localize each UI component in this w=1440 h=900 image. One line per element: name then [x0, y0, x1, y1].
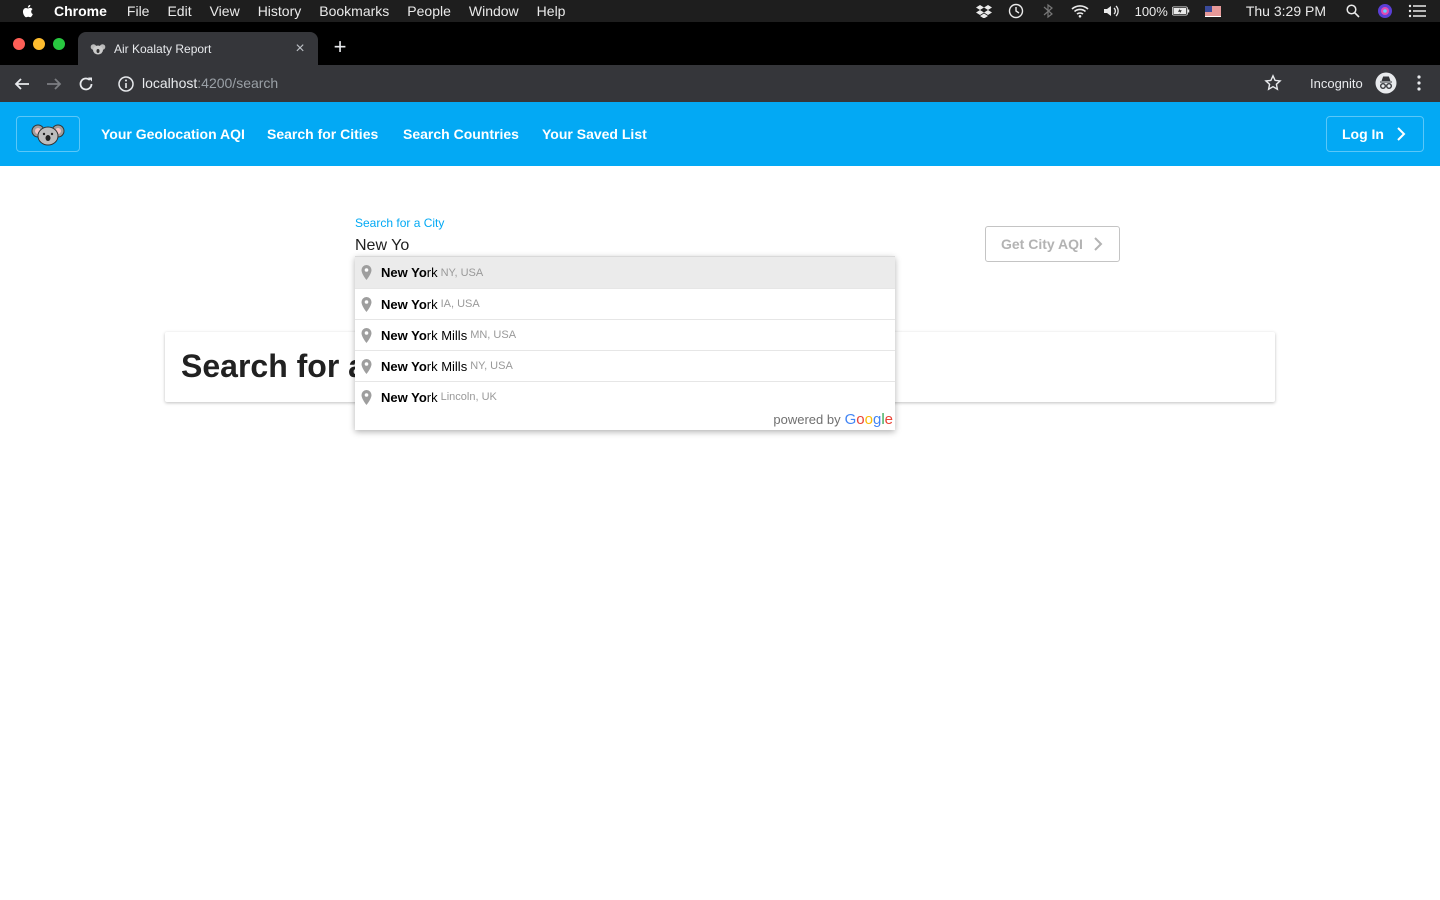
- suggestion-region: MN, USA: [470, 329, 517, 341]
- battery-percent: 100%: [1134, 3, 1168, 19]
- map-pin-icon: [361, 358, 372, 374]
- autocomplete-item[interactable]: New Yo rk NY, USA: [355, 257, 895, 288]
- menu-edit[interactable]: Edit: [167, 3, 191, 19]
- notification-center-icon[interactable]: [1408, 3, 1426, 19]
- window-zoom-button[interactable]: [53, 38, 65, 50]
- suggestion-region: NY, USA: [440, 266, 484, 279]
- suggestion-region: Lincoln, UK: [440, 391, 497, 403]
- suggestion-rest: rk: [426, 265, 438, 280]
- nav-search-countries[interactable]: Search Countries: [403, 126, 519, 142]
- spotlight-search-icon[interactable]: [1344, 3, 1362, 19]
- incognito-label[interactable]: Incognito: [1310, 76, 1363, 91]
- dropbox-icon[interactable]: [975, 3, 993, 19]
- menu-app-name[interactable]: Chrome: [54, 3, 107, 19]
- nav-saved-list[interactable]: Your Saved List: [542, 126, 647, 142]
- browser-toolbar: localhost:4200/search Incognito: [0, 65, 1440, 102]
- map-pin-icon: [361, 327, 372, 343]
- suggestion-match: New Yo: [381, 296, 427, 312]
- nav-search-cities[interactable]: Search for Cities: [267, 126, 378, 142]
- site-info-icon[interactable]: [117, 75, 135, 93]
- browser-tab[interactable]: Air Koalaty Report ×: [78, 32, 318, 65]
- chevron-right-icon: [1094, 237, 1103, 251]
- menu-file[interactable]: File: [127, 3, 150, 19]
- chrome-menu-icon[interactable]: [1410, 74, 1428, 92]
- suggestion-rest: rk: [426, 296, 438, 312]
- nav-geolocation-aqi[interactable]: Your Geolocation AQI: [101, 126, 245, 142]
- autocomplete-item[interactable]: New Yo rk Mills MN, USA: [355, 319, 895, 350]
- reload-button[interactable]: [76, 74, 96, 94]
- forward-button[interactable]: [44, 74, 64, 94]
- suggestion-region: NY, USA: [470, 360, 513, 372]
- browser-tab-strip: Air Koalaty Report × +: [0, 22, 1440, 65]
- volume-icon[interactable]: [1103, 3, 1121, 19]
- suggestion-rest: rk Mills: [426, 358, 468, 374]
- search-field-label: Search for a City: [355, 216, 445, 230]
- menu-clock[interactable]: Thu 3:29 PM: [1246, 3, 1326, 19]
- suggestion-match: New Yo: [381, 358, 427, 374]
- suggestion-region: IA, USA: [440, 298, 480, 310]
- menu-view[interactable]: View: [210, 3, 240, 19]
- menu-bookmarks[interactable]: Bookmarks: [319, 3, 389, 19]
- koala-favicon-icon: [90, 43, 106, 54]
- wifi-icon[interactable]: [1071, 3, 1089, 19]
- incognito-icon[interactable]: [1375, 72, 1397, 94]
- autocomplete-item[interactable]: New Yo rk IA, USA: [355, 288, 895, 319]
- menu-history[interactable]: History: [258, 3, 302, 19]
- card-title: Search for a: [181, 348, 366, 384]
- window-close-button[interactable]: [13, 38, 25, 50]
- tab-close-icon[interactable]: ×: [292, 40, 308, 57]
- suggestion-match: New Yo: [381, 265, 427, 280]
- google-logo: Google: [844, 411, 893, 428]
- autocomplete-dropdown: New Yo rk NY, USA New Yo rk IA, USA New Yo…: [355, 256, 895, 430]
- app-navbar: Your Geolocation AQI Search for Cities S…: [0, 102, 1440, 166]
- autocomplete-item[interactable]: New Yo rk Mills NY, USA: [355, 350, 895, 381]
- bookmark-star-icon[interactable]: [1264, 74, 1282, 92]
- login-button-label: Log In: [1342, 126, 1384, 142]
- suggestion-match: New Yo: [381, 389, 427, 405]
- autocomplete-item[interactable]: New Yo rk Lincoln, UK: [355, 381, 895, 412]
- powered-by-google: powered by Google: [773, 411, 893, 428]
- menu-people[interactable]: People: [407, 3, 451, 19]
- map-pin-icon: [361, 296, 372, 312]
- address-bar[interactable]: localhost:4200/search: [142, 75, 278, 91]
- time-machine-icon[interactable]: [1007, 3, 1025, 19]
- siri-icon[interactable]: [1376, 3, 1394, 19]
- battery-icon[interactable]: [1171, 3, 1190, 19]
- url-host: localhost: [142, 75, 198, 91]
- suggestion-match: New Yo: [381, 327, 427, 343]
- koala-logo-button[interactable]: [16, 116, 80, 152]
- us-flag-icon[interactable]: [1204, 3, 1222, 19]
- powered-by-text: powered by: [773, 412, 841, 427]
- map-pin-icon: [361, 265, 372, 280]
- back-button[interactable]: [12, 74, 32, 94]
- city-search-input[interactable]: [355, 236, 895, 256]
- url-path: :4200/search: [197, 75, 279, 91]
- apple-icon[interactable]: [20, 3, 36, 19]
- login-button[interactable]: Log In: [1326, 116, 1424, 152]
- get-city-aqi-label: Get City AQI: [1001, 236, 1083, 252]
- map-pin-icon: [361, 389, 372, 405]
- menu-help[interactable]: Help: [537, 3, 566, 19]
- menu-window[interactable]: Window: [469, 3, 519, 19]
- tab-title: Air Koalaty Report: [114, 41, 212, 56]
- chevron-right-icon: [1397, 127, 1406, 141]
- window-minimize-button[interactable]: [33, 38, 45, 50]
- get-city-aqi-button[interactable]: Get City AQI: [985, 226, 1120, 262]
- bluetooth-icon[interactable]: [1039, 3, 1057, 19]
- koala-logo-icon: [31, 124, 65, 146]
- suggestion-rest: rk: [426, 389, 438, 405]
- suggestion-rest: rk Mills: [426, 327, 468, 343]
- new-tab-button[interactable]: +: [330, 36, 350, 58]
- macos-menu-bar: Chrome File Edit View History Bookmarks …: [0, 0, 1440, 22]
